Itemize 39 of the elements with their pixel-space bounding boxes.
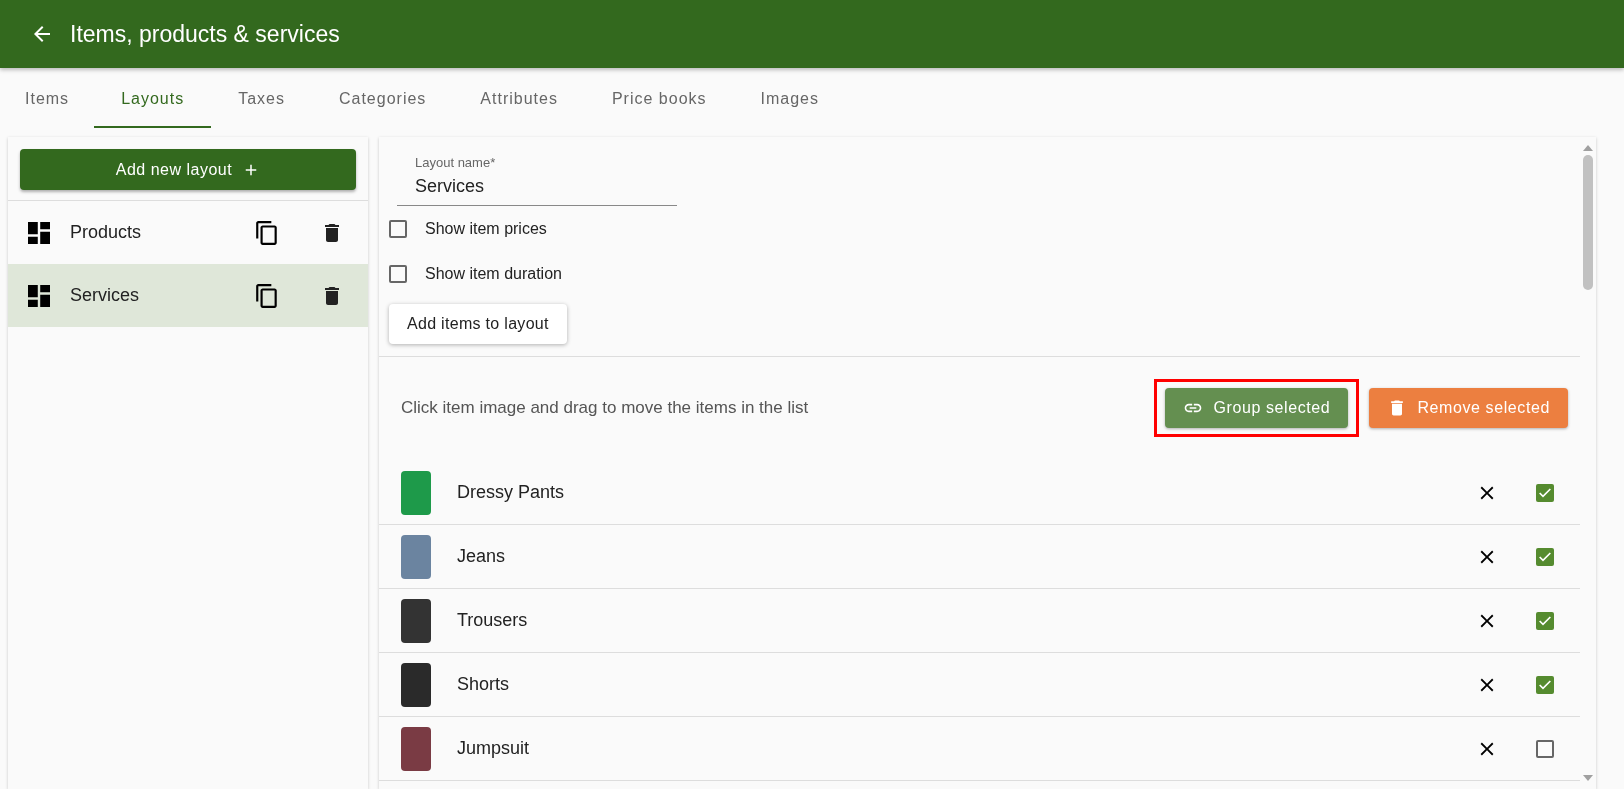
- product-photo-placeholder[interactable]: [401, 726, 431, 771]
- tab[interactable]: Images: [733, 72, 846, 128]
- tab[interactable]: Taxes: [211, 72, 312, 128]
- copy-icon: [254, 219, 280, 246]
- layout-name: Products: [70, 222, 143, 243]
- layout-list-item[interactable]: Services: [8, 264, 368, 327]
- product-photo-placeholder[interactable]: [401, 662, 431, 707]
- tab[interactable]: Items: [0, 72, 95, 128]
- checkbox[interactable]: [1536, 675, 1554, 694]
- group-selected-button[interactable]: Group selected: [1165, 388, 1349, 428]
- tab[interactable]: Categories: [311, 72, 454, 128]
- product-photo-placeholder[interactable]: [401, 598, 431, 643]
- checkbox[interactable]: [1536, 611, 1554, 630]
- checkbox[interactable]: [1536, 739, 1554, 758]
- item-name: Jumpsuit: [457, 738, 531, 759]
- page-title: Items, products & services: [70, 20, 340, 48]
- item-name: Dressy Pants: [457, 482, 566, 503]
- drag-hint-text: Click item image and drag to move the items in the list: [401, 398, 810, 418]
- layout-name-input[interactable]: Services: [397, 170, 677, 206]
- item-name: Trousers: [457, 610, 529, 631]
- tab[interactable]: Attributes: [453, 72, 585, 128]
- checkbox[interactable]: [389, 264, 407, 283]
- add-layout-button[interactable]: Add new layout: [20, 149, 356, 190]
- checkbox[interactable]: [1536, 483, 1554, 502]
- dashboard-icon: [28, 221, 50, 244]
- tab[interactable]: Layouts: [94, 72, 212, 128]
- checkbox[interactable]: [389, 219, 407, 238]
- item-name: Jeans: [457, 546, 507, 567]
- tab[interactable]: Price books: [584, 72, 734, 128]
- checkbox-label: Show item duration: [425, 264, 562, 283]
- checkbox[interactable]: [1536, 547, 1554, 566]
- field-label: Layout name*: [415, 155, 496, 170]
- dashboard-icon: [28, 284, 50, 307]
- item-name: Shorts: [457, 674, 511, 695]
- checkbox-label: Show item prices: [425, 219, 547, 238]
- copy-icon: [254, 282, 280, 309]
- layout-name: Services: [70, 285, 141, 306]
- scrollbar-thumb[interactable]: [1583, 155, 1593, 290]
- add-items-button[interactable]: Add items to layout: [389, 304, 567, 344]
